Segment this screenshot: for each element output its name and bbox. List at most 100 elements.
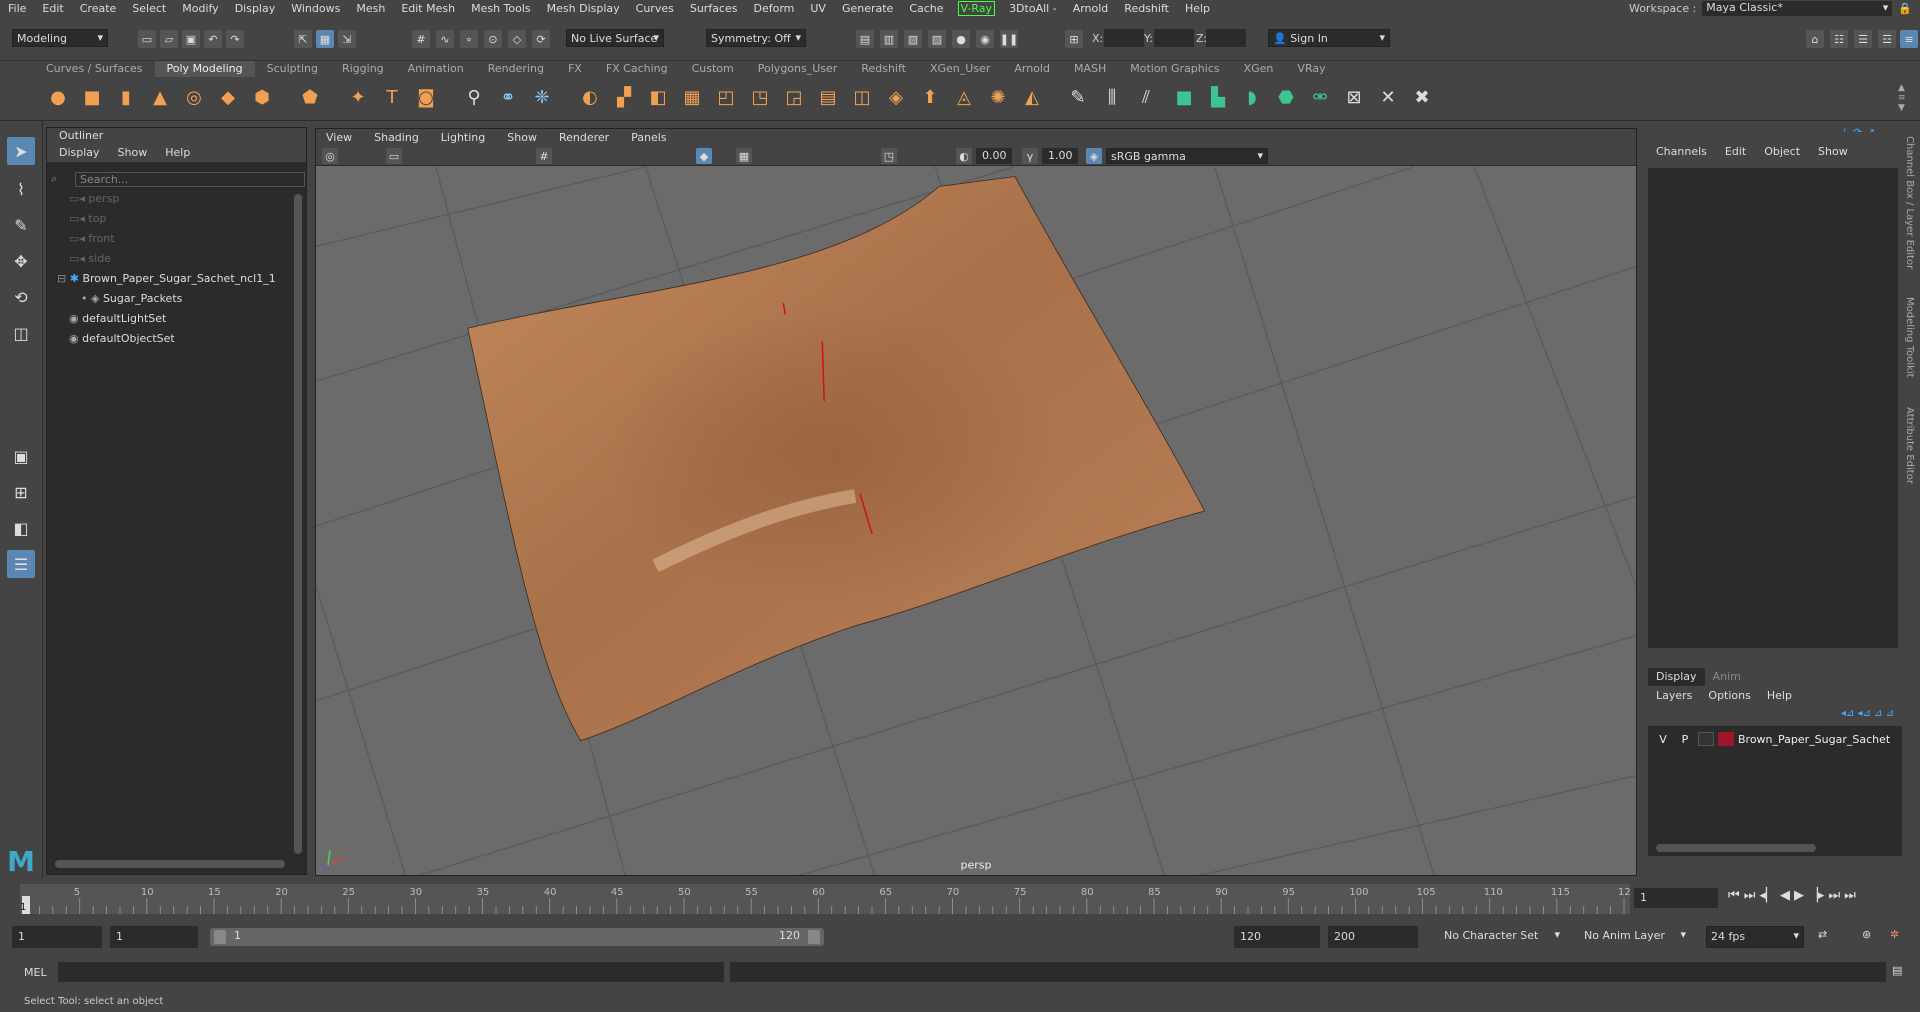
play-backwards-icon[interactable]: ◀	[1780, 888, 1790, 903]
viewport-menu-view[interactable]: View	[326, 129, 352, 147]
time-slider[interactable]: 5 10 15 20 25 30 35 40 45 50 55 60 65 70 75 80 85 90 95 100…	[20, 884, 1630, 914]
move-layer-up-icon[interactable]: ◂⊿	[1841, 708, 1858, 719]
menu-windows[interactable]: Windows	[283, 2, 348, 15]
menu-display[interactable]: Display	[227, 2, 284, 15]
combine-icon[interactable]: ⚭	[494, 83, 522, 111]
viewport-menu-show[interactable]: Show	[507, 129, 537, 147]
select-tool-icon[interactable]: ➤	[7, 137, 35, 165]
platonic-solid-icon[interactable]: ⬟	[296, 83, 324, 111]
range-end-handle[interactable]	[808, 930, 820, 944]
fill-hole-icon[interactable]: ◈	[882, 83, 910, 111]
lasso-tool-icon[interactable]: ⌇	[7, 175, 35, 203]
snap-point-icon[interactable]: ∘	[460, 30, 478, 48]
poly-cone-icon[interactable]: ▲	[146, 83, 174, 111]
viewport-menu-shading[interactable]: Shading	[374, 129, 419, 147]
shelf-tab-vray[interactable]: VRay	[1285, 61, 1337, 77]
outliner-item-default-object-set[interactable]: ◉ defaultObjectSet	[69, 330, 175, 348]
multi-cut-icon[interactable]: ✎	[1064, 83, 1092, 111]
layers-help-menu[interactable]: Help	[1767, 686, 1792, 706]
tab-display[interactable]: Display	[1648, 668, 1705, 686]
save-scene-icon[interactable]: ▣	[182, 30, 200, 48]
outliner-item-side[interactable]: ▭◂ side	[69, 250, 111, 268]
snap-live-icon[interactable]: ⟳	[532, 30, 550, 48]
move-layer-down-icon[interactable]: ◂⊿	[1857, 708, 1874, 719]
shelf-tab-motion-graphics[interactable]: Motion Graphics	[1118, 61, 1231, 77]
bridge-icon[interactable]: ◫	[848, 83, 876, 111]
layer-playback-toggle[interactable]: P	[1676, 733, 1694, 746]
side-tab-attribute-editor[interactable]: Attribute Editor	[1904, 407, 1915, 484]
symmetry-dropdown[interactable]: Symmetry: Off	[706, 29, 806, 47]
loop-icon[interactable]: ⇄	[1818, 928, 1827, 941]
menu-mesh[interactable]: Mesh	[348, 2, 393, 15]
z-field[interactable]	[1206, 29, 1246, 47]
four-view-layout-icon[interactable]: ⊞	[7, 478, 35, 506]
poly-torus-icon[interactable]: ◎	[180, 83, 208, 111]
undo-icon[interactable]: ↶	[204, 30, 222, 48]
select-hierarchy-icon[interactable]: ⇱	[294, 30, 312, 48]
step-back-frame-icon[interactable]: ◂▏	[1759, 888, 1776, 903]
poly-cylinder-icon[interactable]: ▮	[112, 83, 140, 111]
shelf-tab-rendering[interactable]: Rendering	[476, 61, 556, 77]
mode-dropdown[interactable]: Modeling	[12, 29, 108, 47]
workspace-dropdown[interactable]: Maya Classic*	[1702, 1, 1893, 16]
go-to-start-icon[interactable]: ⏮	[1728, 888, 1740, 903]
menu-help[interactable]: Help	[1177, 2, 1218, 15]
gamma-icon[interactable]: γ	[1022, 148, 1038, 164]
fps-dropdown[interactable]: 24 fps	[1706, 926, 1804, 948]
outliner-menu-help[interactable]: Help	[165, 144, 190, 162]
channels-menu[interactable]: Channels	[1656, 142, 1707, 162]
layer-editor-icon[interactable]: ≡	[1900, 30, 1918, 48]
sign-in-button[interactable]: 👤 Sign In	[1268, 29, 1390, 47]
tool-settings-icon[interactable]: ☰	[1854, 30, 1872, 48]
layer-name[interactable]: Brown_Paper_Sugar_Sachet	[1738, 733, 1890, 746]
outliner-vertical-scrollbar[interactable]	[294, 194, 302, 854]
snap-grid-icon[interactable]: #	[412, 30, 430, 48]
attribute-editor-icon[interactable]: ☷	[1830, 30, 1848, 48]
menu-deform[interactable]: Deform	[745, 2, 802, 15]
append-polygon-icon[interactable]: ◬	[950, 83, 978, 111]
menu-file[interactable]: File	[0, 2, 34, 15]
play-forwards-icon[interactable]: ▶	[1794, 888, 1804, 903]
ipr-render-icon[interactable]: ▧	[904, 30, 922, 48]
animation-preferences-icon[interactable]: ✲	[1890, 928, 1899, 941]
single-perspective-layout-icon[interactable]: ▣	[7, 442, 35, 470]
cut-uv-icon[interactable]: ⚮	[1306, 83, 1334, 111]
delete-history-icon[interactable]: ✖	[1408, 83, 1436, 111]
tab-anim[interactable]: Anim	[1705, 668, 1749, 686]
select-camera-icon[interactable]: ◎	[322, 148, 338, 164]
select-component-icon[interactable]: ⇲	[338, 30, 356, 48]
step-forward-frame-icon[interactable]: ▕▸	[1808, 888, 1825, 903]
channel-edit-menu[interactable]: Edit	[1725, 142, 1746, 162]
paint-select-icon[interactable]: ✎	[7, 211, 35, 239]
layer-horizontal-scrollbar[interactable]	[1656, 844, 1816, 852]
outliner-horizontal-scrollbar[interactable]	[55, 860, 285, 868]
menu-mesh-display[interactable]: Mesh Display	[539, 2, 628, 15]
isolate-select-icon[interactable]: ◳	[881, 148, 897, 164]
side-tab-channel-box[interactable]: Channel Box / Layer Editor	[1904, 136, 1915, 269]
retopo-icon[interactable]: ◲	[780, 83, 808, 111]
snap-curve-icon[interactable]: ∿	[436, 30, 454, 48]
menu-cache[interactable]: Cache	[901, 2, 951, 15]
layer-row[interactable]: V P Brown_Paper_Sugar_Sachet	[1648, 730, 1902, 748]
menu-edit[interactable]: Edit	[34, 2, 71, 15]
new-scene-icon[interactable]: ▭	[138, 30, 156, 48]
vray-render-icon[interactable]: ◉	[976, 30, 994, 48]
smooth-icon[interactable]: ◐	[576, 83, 604, 111]
reduce-icon[interactable]: ◰	[712, 83, 740, 111]
shelf-tab-xgen-user[interactable]: XGen_User	[918, 61, 1002, 77]
layer-color-swatch[interactable]	[1718, 732, 1734, 746]
outliner-item-sachet-group[interactable]: ⊟ ✱ Brown_Paper_Sugar_Sachet_ncl1_1	[57, 270, 276, 288]
automatic-mapping-icon[interactable]: ⬣	[1272, 83, 1300, 111]
menu-create[interactable]: Create	[72, 2, 125, 15]
svg-tool-icon[interactable]: ◙	[412, 83, 440, 111]
playback-end-field[interactable]: 120	[1234, 926, 1320, 948]
pause-icon[interactable]: ❚❚	[1000, 30, 1018, 48]
step-back-key-icon[interactable]: ⏭	[1744, 888, 1756, 903]
outliner-item-sugar-packets[interactable]: • ◈ Sugar_Packets	[81, 290, 182, 308]
cylindrical-mapping-icon[interactable]: ▙	[1204, 83, 1232, 111]
modeling-toolkit-icon[interactable]: ⌂	[1806, 30, 1824, 48]
offset-edge-loop-icon[interactable]: ⫽	[1132, 83, 1160, 111]
render-current-icon[interactable]: ▥	[880, 30, 898, 48]
rotate-tool-icon[interactable]: ⟲	[7, 283, 35, 311]
y-field[interactable]	[1154, 29, 1194, 47]
